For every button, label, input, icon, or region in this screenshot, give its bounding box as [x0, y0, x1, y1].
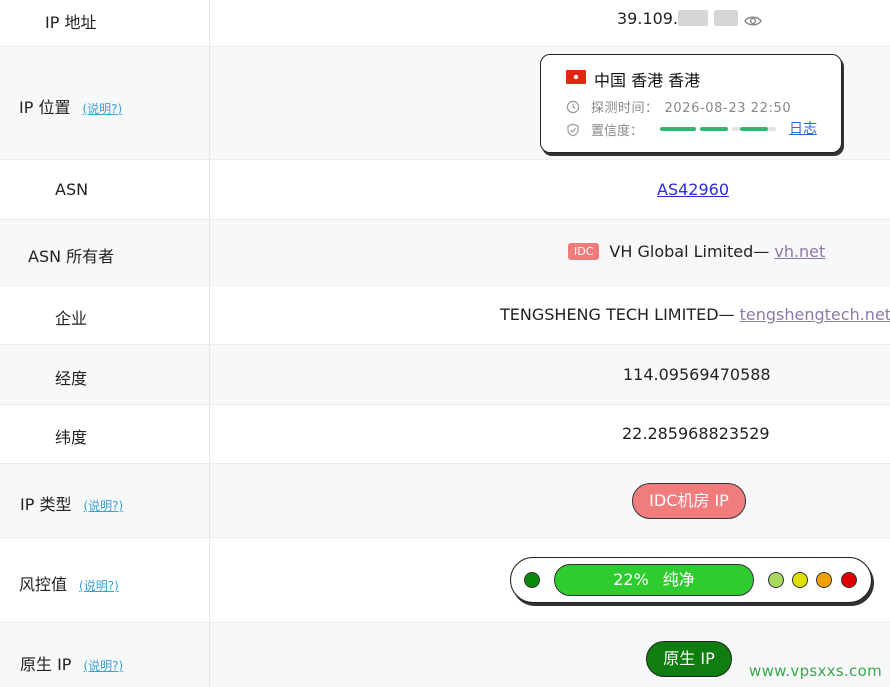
ip-address-label: IP 地址: [45, 13, 97, 32]
risk-dot-low: [768, 572, 784, 588]
probe-time-label: 探测时间：: [591, 101, 659, 116]
row-company: 企业 TENGSHENG TECH LIMITED— tengshengtech…: [0, 286, 890, 345]
risk-dot-medium: [792, 572, 808, 588]
watermark: www.vpsxxs.com: [749, 662, 882, 680]
clock-icon: [566, 99, 580, 114]
native-ip-label-text: 原生 IP: [20, 655, 72, 674]
confidence-segment: [732, 127, 740, 131]
latitude-value: 22.285968823529: [622, 424, 770, 443]
native-ip-label: 原生 IP (说明?): [20, 651, 123, 675]
label-cell: [0, 286, 210, 344]
company-value: TENGSHENG TECH LIMITED— tengshengtech.ne…: [500, 305, 890, 324]
hong-kong-flag-icon: [566, 70, 586, 84]
risk-score-bar: 22% 纯净: [554, 564, 754, 596]
ip-blur-mask: [678, 10, 709, 26]
help-link[interactable]: (说明?): [79, 579, 119, 593]
label-cell: [0, 0, 210, 46]
latitude-label: 纬度: [55, 428, 88, 447]
ip-address-text: 39.109.: [617, 9, 679, 28]
longitude-label: 经度: [55, 369, 88, 388]
risk-dot-safe: [524, 572, 540, 588]
ip-type-label: IP 类型 (说明?): [20, 491, 123, 515]
row-latitude: 纬度 22.285968823529: [0, 405, 890, 464]
help-link[interactable]: (说明?): [83, 499, 123, 513]
asn-label: ASN: [55, 180, 89, 199]
log-link[interactable]: 日志: [789, 118, 817, 138]
label-cell: [0, 405, 210, 463]
asn-owner-name: VH Global Limited—: [609, 242, 775, 261]
asn-owner-value: IDC VH Global Limited— vh.net: [568, 242, 825, 261]
location-card: 中国 香港 香港 探测时间： 2026-08-23 22:50 置信度： 日志: [540, 54, 842, 153]
asn-link[interactable]: AS42960: [657, 180, 729, 199]
longitude-value: 114.09569470588: [623, 365, 771, 384]
company-domain-link[interactable]: tengshengtech.net: [740, 305, 890, 324]
ip-location-label: IP 位置 (说明?): [19, 94, 122, 118]
row-longitude: 经度 114.09569470588: [0, 345, 890, 405]
ip-blur-mask-2: [714, 10, 739, 26]
risk-score-value: 22%: [613, 570, 649, 589]
asn-owner-label: ASN 所有者: [28, 247, 115, 266]
confidence-segment: [700, 127, 728, 131]
asn-owner-domain-link[interactable]: vh.net: [774, 242, 825, 261]
row-ip-address: IP 地址 39.109.: [0, 0, 890, 47]
row-ip-type: IP 类型 (说明?) IDC机房 IP: [0, 464, 890, 538]
risk-verdict: 纯净: [662, 570, 695, 589]
ip-location-label-text: IP 位置: [19, 98, 71, 117]
help-link[interactable]: (说明?): [83, 659, 123, 673]
risk-dot-high: [816, 572, 832, 588]
ip-type-badge: IDC机房 IP: [632, 483, 746, 519]
shield-check-icon: [566, 122, 580, 137]
confidence-segment: [660, 127, 696, 131]
company-name: TENGSHENG TECH LIMITED—: [500, 305, 740, 324]
confidence-bar: [660, 127, 776, 131]
native-ip-badge: 原生 IP: [646, 641, 732, 677]
idc-tag: IDC: [568, 243, 600, 260]
risk-label: 风控值 (说明?): [19, 571, 119, 595]
row-asn-owner: ASN 所有者 IDC VH Global Limited— vh.net: [0, 220, 890, 286]
risk-dot-critical: [841, 572, 857, 588]
confidence-segment: [740, 127, 768, 131]
ip-address-value: 39.109.: [617, 9, 762, 31]
help-link[interactable]: (说明?): [82, 102, 122, 116]
probe-time: 探测时间： 2026-08-23 22:50: [591, 97, 791, 116]
risk-meter: 22% 纯净: [510, 557, 872, 603]
ip-type-label-text: IP 类型: [20, 495, 72, 514]
risk-label-text: 风控值: [19, 575, 68, 594]
row-asn: ASN AS42960: [0, 160, 890, 220]
probe-time-value: 2026-08-23 22:50: [664, 101, 792, 116]
label-cell: [0, 345, 210, 404]
location-name: 中国 香港 香港: [594, 71, 701, 90]
eye-icon[interactable]: [744, 12, 762, 31]
confidence-label: 置信度：: [591, 124, 644, 139]
company-label: 企业: [55, 309, 88, 328]
confidence-segment: [768, 127, 776, 131]
label-cell: [0, 160, 210, 219]
